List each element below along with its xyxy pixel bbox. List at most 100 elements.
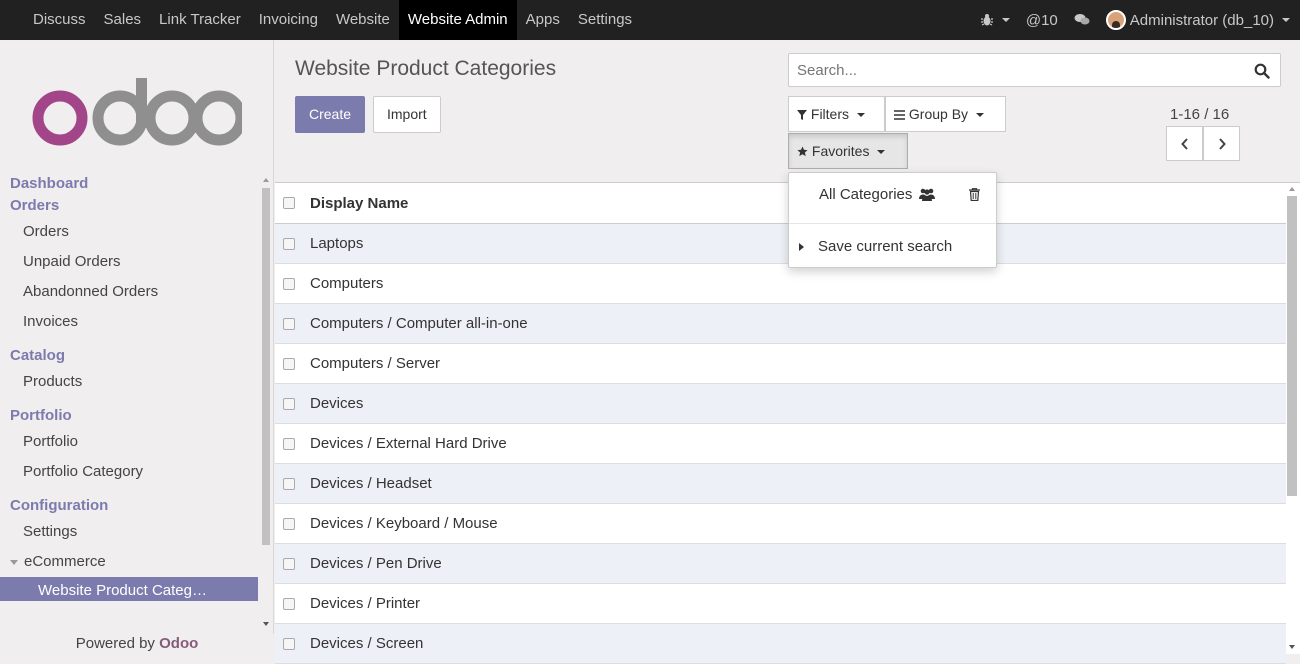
pager-next-button[interactable]: [1203, 126, 1240, 161]
list-scrollbar[interactable]: [1287, 196, 1297, 496]
menu-settings[interactable]: Settings: [569, 0, 641, 40]
row-display-name: Laptops: [310, 235, 364, 252]
scroll-up-arrow[interactable]: [1289, 187, 1295, 191]
favorites-button[interactable]: Favorites: [788, 133, 908, 169]
sidebar-item-abandonned-orders[interactable]: Abandonned Orders: [0, 277, 258, 307]
sidebar-item-label: eCommerce: [24, 553, 106, 570]
table-row[interactable]: Devices / Keyboard / Mouse: [275, 504, 1286, 544]
sidebar-nav: Dashboard Orders Orders Unpaid Orders Ab…: [0, 174, 258, 601]
menu-sales[interactable]: Sales: [95, 0, 151, 40]
table-row[interactable]: Devices: [275, 384, 1286, 424]
table-row[interactable]: Computers / Server: [275, 344, 1286, 384]
pager-previous-button[interactable]: [1166, 126, 1203, 161]
messaging-menu[interactable]: [1074, 13, 1090, 27]
menu-discuss[interactable]: Discuss: [24, 0, 95, 40]
sidebar-item-website-product-categories[interactable]: Website Product Categ…: [0, 577, 258, 601]
table-row[interactable]: Devices / External Hard Drive: [275, 424, 1286, 464]
chevron-down-icon: [856, 113, 865, 118]
row-checkbox[interactable]: [283, 597, 295, 610]
powered-by: Powered by Odoo: [0, 634, 274, 654]
scroll-down-arrow[interactable]: [263, 622, 269, 626]
menu-website-admin[interactable]: Website Admin: [398, 0, 517, 40]
sidebar-item-invoices[interactable]: Invoices: [0, 307, 258, 337]
sidebar-item-portfolio-category[interactable]: Portfolio Category: [0, 457, 258, 487]
row-display-name: Devices / Headset: [310, 475, 432, 492]
row-display-name: Devices / Printer: [310, 595, 421, 612]
table-row[interactable]: Devices / Printer: [275, 584, 1286, 624]
systray: @10 Administrator (db_10): [980, 0, 1290, 40]
bug-icon: [980, 14, 993, 26]
chevron-down-icon: [1001, 18, 1010, 22]
chevron-down-icon: [877, 150, 886, 155]
list-icon: [894, 110, 905, 120]
sidebar-item-settings[interactable]: Settings: [0, 517, 258, 547]
sidebar-item-dashboard[interactable]: Dashboard: [0, 174, 258, 194]
scroll-up-arrow[interactable]: [263, 178, 269, 182]
filters-button[interactable]: Filters: [788, 96, 885, 132]
sidebar-item-ecommerce[interactable]: eCommerce: [0, 547, 258, 577]
favorites-label: Favorites: [811, 143, 870, 159]
pager-value[interactable]: 1-16 / 16: [1170, 106, 1229, 123]
table-row[interactable]: Devices / Headset: [275, 464, 1286, 504]
column-header-display-name[interactable]: Display Name: [310, 195, 408, 212]
avatar: [1105, 10, 1126, 30]
sidebar-section-orders[interactable]: Orders: [0, 194, 258, 217]
sidebar-item-portfolio[interactable]: Portfolio: [0, 427, 258, 457]
powered-brand-link[interactable]: Odoo: [159, 635, 198, 652]
group-by-button[interactable]: Group By: [885, 96, 1006, 132]
search-icon[interactable]: [1254, 63, 1270, 79]
row-display-name: Devices / Pen Drive: [310, 555, 442, 572]
trash-icon[interactable]: [969, 188, 980, 201]
caret-right-icon: [799, 242, 804, 251]
select-all-checkbox[interactable]: [283, 197, 295, 209]
table-row[interactable]: Devices / Screen: [275, 624, 1286, 664]
row-checkbox[interactable]: [283, 637, 295, 650]
row-checkbox[interactable]: [283, 477, 295, 490]
search-input[interactable]: [789, 54, 1229, 86]
row-checkbox[interactable]: [283, 317, 295, 330]
row-checkbox[interactable]: [283, 277, 295, 290]
row-checkbox[interactable]: [283, 357, 295, 370]
favorites-dropdown: All Categories Save current search: [788, 172, 997, 268]
save-current-search-item[interactable]: Save current search: [799, 238, 952, 255]
table-row[interactable]: Laptops: [275, 224, 1286, 264]
chevron-right-icon: [1218, 137, 1226, 150]
save-current-search-label: Save current search: [818, 238, 953, 255]
row-display-name: Devices / Keyboard / Mouse: [310, 515, 498, 532]
row-checkbox[interactable]: [283, 517, 295, 530]
sidebar-section-portfolio[interactable]: Portfolio: [0, 404, 258, 427]
table-header: Display Name: [275, 183, 1286, 224]
menu-website[interactable]: Website: [327, 0, 399, 40]
sidebar-section-configuration[interactable]: Configuration: [0, 494, 258, 517]
sidebar-scrollbar[interactable]: [262, 188, 270, 545]
favorite-filter-item[interactable]: All Categories: [819, 186, 936, 203]
row-checkbox[interactable]: [283, 557, 295, 570]
menu-link-tracker[interactable]: Link Tracker: [150, 0, 250, 40]
menu-apps[interactable]: Apps: [517, 0, 569, 40]
row-checkbox[interactable]: [283, 237, 295, 250]
table-row[interactable]: Devices / Pen Drive: [275, 544, 1286, 584]
table-row[interactable]: Computers: [275, 264, 1286, 304]
table-row[interactable]: Computers / Computer all-in-one: [275, 304, 1286, 344]
top-navbar: Discuss Sales Link Tracker Invoicing Web…: [0, 0, 1300, 40]
sidebar-item-unpaid-orders[interactable]: Unpaid Orders: [0, 247, 258, 277]
sidebar-item-products[interactable]: Products: [0, 367, 258, 397]
filter-icon: [797, 110, 807, 120]
odoo-logo[interactable]: [32, 76, 242, 146]
create-button[interactable]: Create: [295, 96, 366, 133]
sidebar-item-orders[interactable]: Orders: [0, 217, 258, 247]
scroll-down-arrow[interactable]: [1289, 645, 1295, 649]
row-checkbox[interactable]: [283, 437, 295, 450]
import-button[interactable]: Import: [373, 96, 441, 133]
chevron-left-icon: [1180, 137, 1188, 150]
menu-invoicing[interactable]: Invoicing: [250, 0, 327, 40]
sidebar-section-catalog[interactable]: Catalog: [0, 344, 258, 367]
chat-icon: [1074, 14, 1090, 25]
user-menu[interactable]: Administrator (db_10): [1105, 10, 1290, 30]
activity-menu[interactable]: @10: [1026, 12, 1058, 29]
chevron-down-icon: [975, 113, 984, 118]
row-display-name: Devices: [310, 395, 364, 412]
row-display-name: Computers / Server: [310, 355, 441, 372]
debug-menu[interactable]: [980, 13, 1010, 27]
row-checkbox[interactable]: [283, 397, 295, 410]
